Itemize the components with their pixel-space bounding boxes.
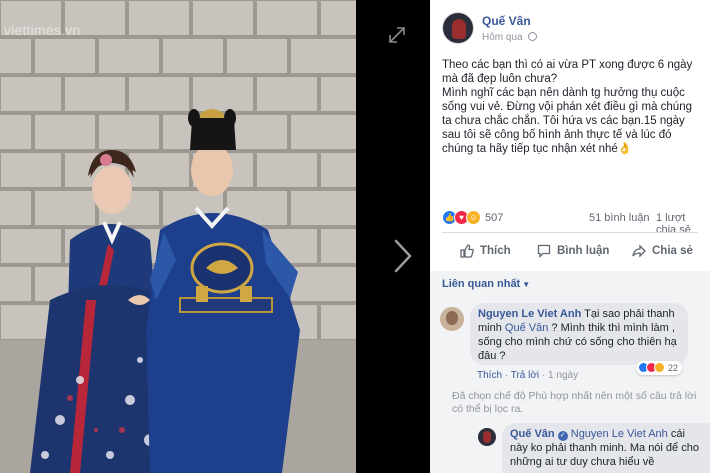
caret-down-icon: ▼ — [522, 280, 531, 289]
like-button[interactable]: Thích — [460, 242, 530, 260]
post-panel: Quế Vân Hôm qua Theo các bạn thì có ai v… — [430, 0, 710, 473]
filter-notice: Đã chọn chế độ Phù hợp nhất nên một số c… — [452, 390, 697, 415]
haha-reaction-icon — [654, 362, 665, 373]
comment-reaction-count: 22 — [668, 363, 679, 373]
commenter-name[interactable]: Nguyen Le Viet Anh — [478, 308, 581, 320]
post-actions: Thích Bình luận Chia sẻ — [442, 238, 698, 264]
author-avatar[interactable] — [442, 12, 474, 44]
comment-reaction-summary[interactable]: 22 — [636, 361, 683, 375]
chevron-right-icon[interactable] — [393, 238, 413, 274]
reply-author-avatar[interactable] — [478, 428, 496, 446]
comment-count[interactable]: 51 bình luận — [589, 212, 650, 224]
post-text-line: Theo các bạn thì có ai vừa PT xong được … — [442, 59, 693, 85]
post-photo[interactable]: viettimes.vn — [0, 0, 356, 473]
comments-section: Liên quan nhất ▼ Nguyen Le Viet Anh Tại s… — [430, 271, 710, 473]
reply-mention[interactable]: Nguyen Le Viet Anh — [571, 428, 668, 440]
globe-icon — [528, 32, 538, 41]
photo-viewer: viettimes.vn — [0, 0, 430, 473]
post-text-line: Mình nghĩ các bạn nên dành tg hưởng thụ … — [442, 87, 692, 155]
comment-sort-dropdown[interactable]: Liên quan nhất ▼ — [442, 278, 530, 290]
comment-button[interactable]: Bình luận — [537, 242, 627, 260]
thumbs-up-icon — [460, 244, 474, 258]
comment-like-link[interactable]: Thích — [477, 370, 502, 381]
photo-watermark: viettimes.vn — [4, 22, 81, 38]
comment-mention[interactable]: Quế Vân — [505, 322, 548, 334]
post-meta: Hôm qua — [482, 32, 538, 43]
comment-sort-label: Liên quan nhất — [442, 278, 521, 290]
reply-bubble: Quế Vân ✓ Nguyen Le Viet Anh cái này ko … — [502, 423, 710, 473]
reaction-summary: 👍 ♥ ☺ 507 51 bình luận 1 lượt chia sẻ — [442, 210, 704, 236]
share-icon — [632, 244, 646, 258]
expand-icon[interactable] — [388, 26, 406, 44]
comment-button-label: Bình luận — [557, 245, 610, 257]
post-time[interactable]: Hôm qua — [482, 32, 523, 43]
comment-icon — [537, 244, 551, 258]
comment-actions: Thích · Trả lời · 1 ngày — [477, 370, 579, 381]
post-text: Theo các bạn thì có ai vừa PT xong được … — [442, 58, 704, 156]
comment-reply-link[interactable]: Trả lời — [511, 370, 539, 381]
share-button-label: Chia sẻ — [652, 245, 693, 257]
share-button[interactable]: Chia sẻ — [632, 242, 702, 260]
divider — [442, 232, 698, 233]
photo-illustration — [0, 0, 356, 473]
haha-reaction-icon: ☺ — [466, 210, 481, 225]
comment-bubble: Nguyen Le Viet Anh Tại sao phải thanh mi… — [470, 303, 688, 365]
comment-time[interactable]: 1 ngày — [548, 370, 578, 381]
reply-author-name[interactable]: Quế Vân — [510, 428, 555, 440]
author-name[interactable]: Quế Vân — [482, 14, 531, 28]
post-header: Quế Vân Hôm qua — [442, 12, 702, 48]
like-button-label: Thích — [480, 245, 511, 257]
verified-badge-icon: ✓ — [557, 431, 568, 441]
commenter-avatar[interactable] — [440, 307, 464, 331]
reaction-count[interactable]: 507 — [485, 212, 503, 224]
